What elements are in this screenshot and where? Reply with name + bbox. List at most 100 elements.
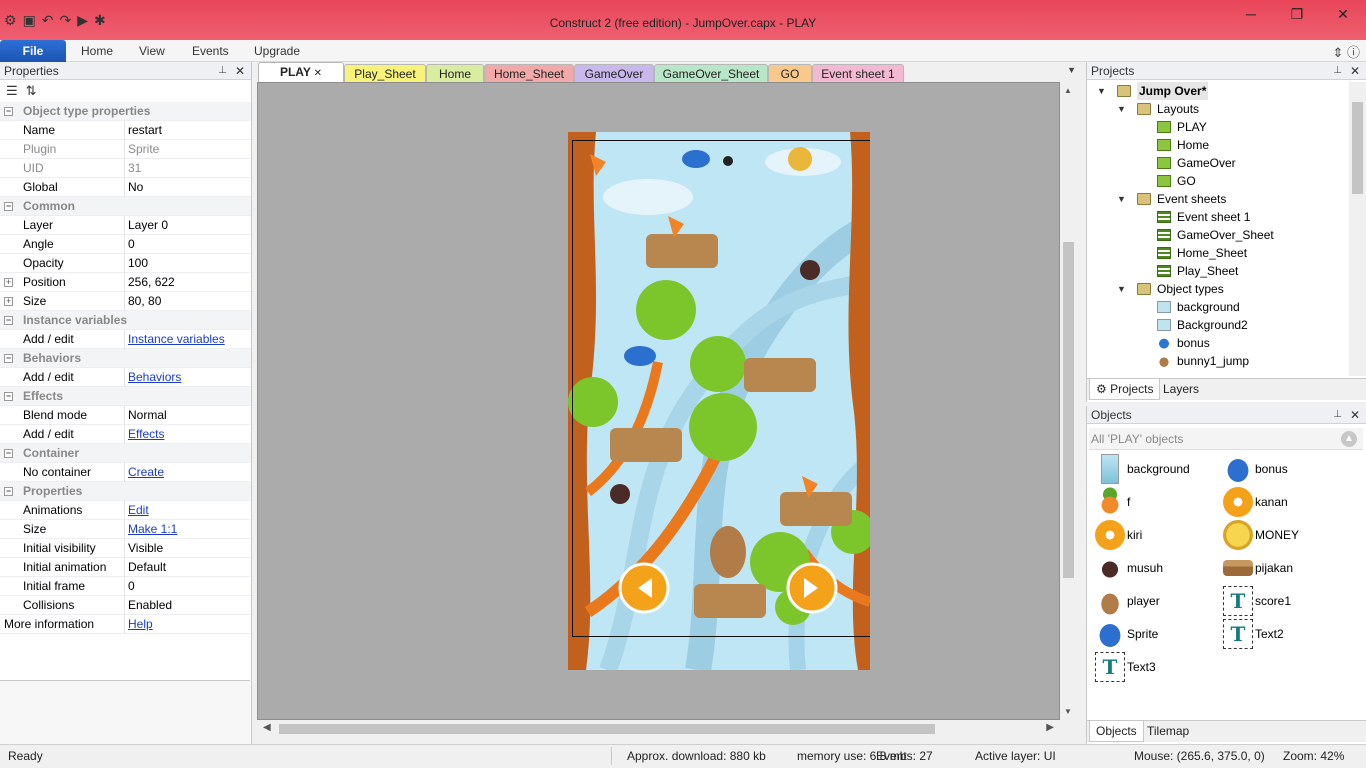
tree-item[interactable]: bonus xyxy=(1089,334,1349,352)
tree-expand-icon[interactable]: ▼ xyxy=(1117,190,1126,208)
pin-icon[interactable]: ⊥ xyxy=(218,62,227,80)
collapse-icon[interactable]: − xyxy=(4,202,13,211)
pin-icon[interactable]: ⊥ xyxy=(1333,406,1342,424)
property-link[interactable]: Help xyxy=(128,615,153,634)
sort-alpha-icon[interactable]: ⇅ xyxy=(26,83,37,99)
property-row[interactable]: More information Help xyxy=(0,615,251,634)
tree-item[interactable]: Home_Sheet xyxy=(1089,244,1349,262)
tree-item[interactable]: GO xyxy=(1089,172,1349,190)
property-category[interactable]: − Properties xyxy=(0,482,251,501)
layout-area[interactable] xyxy=(568,132,870,670)
property-value[interactable]: No xyxy=(128,178,143,197)
property-row[interactable]: Angle 0 xyxy=(0,235,251,254)
maximize-icon[interactable]: ❐ xyxy=(1274,6,1320,23)
property-row[interactable]: Size Make 1:1 xyxy=(0,520,251,539)
document-tab[interactable]: Home_Sheet xyxy=(484,64,574,82)
tree-item[interactable]: background xyxy=(1089,298,1349,316)
ribbon-tab-events[interactable]: Events xyxy=(192,40,229,62)
property-link[interactable]: Create xyxy=(128,463,164,482)
tab-projects[interactable]: ⚙ Projects xyxy=(1089,379,1161,400)
property-link[interactable]: Instance variables xyxy=(128,330,225,349)
collapse-icon[interactable]: − xyxy=(4,316,13,325)
property-category[interactable]: − Behaviors xyxy=(0,349,251,368)
property-link[interactable]: Make 1:1 xyxy=(128,520,177,539)
tab-layers[interactable]: Layers xyxy=(1157,379,1205,400)
property-row[interactable]: + Position 256, 622 xyxy=(0,273,251,292)
scroll-up-icon[interactable]: ▲ xyxy=(1064,86,1072,95)
document-tab[interactable]: Play_Sheet xyxy=(344,64,426,82)
property-category[interactable]: − Container xyxy=(0,444,251,463)
property-category[interactable]: − Common xyxy=(0,197,251,216)
property-value[interactable]: 0 xyxy=(128,235,135,254)
layout-horizontal-scrollbar[interactable]: ◀ ▶ xyxy=(257,720,1060,737)
property-row[interactable]: Layer Layer 0 xyxy=(0,216,251,235)
tree-scroll-thumb[interactable] xyxy=(1352,102,1363,194)
tree-item[interactable]: ▼ Object types xyxy=(1089,280,1349,298)
document-tab[interactable]: Event sheet 1 xyxy=(812,64,904,82)
tree-expand-icon[interactable]: ▼ xyxy=(1097,82,1106,100)
ribbon-tab-home[interactable]: Home xyxy=(81,40,113,62)
property-value[interactable]: restart xyxy=(128,121,162,140)
close-panel-icon[interactable]: ✕ xyxy=(235,62,245,80)
property-value[interactable]: 100 xyxy=(128,254,148,273)
property-row[interactable]: Collisions Enabled xyxy=(0,596,251,615)
property-row[interactable]: + Size 80, 80 xyxy=(0,292,251,311)
ribbon-tab-upgrade[interactable]: Upgrade xyxy=(254,40,300,62)
minimize-icon[interactable]: ─ xyxy=(1228,6,1274,23)
property-link[interactable]: Effects xyxy=(128,425,164,444)
property-value[interactable]: Sprite xyxy=(128,140,159,159)
tree-item[interactable]: Event sheet 1 xyxy=(1089,208,1349,226)
collapse-icon[interactable]: − xyxy=(4,449,13,458)
property-row[interactable]: UID 31 xyxy=(0,159,251,178)
property-row[interactable]: Add / edit Effects xyxy=(0,425,251,444)
close-panel-icon[interactable]: ✕ xyxy=(1350,406,1360,424)
help-icon[interactable]: ⓘ xyxy=(1347,45,1360,60)
document-tab[interactable]: PLAY ✕ xyxy=(258,62,344,82)
property-row[interactable]: Initial frame 0 xyxy=(0,577,251,596)
property-value[interactable]: 80, 80 xyxy=(128,292,161,311)
tree-expand-icon[interactable]: ▼ xyxy=(1117,280,1126,298)
scroll-down-icon[interactable]: ▼ xyxy=(1064,707,1072,716)
pin-icon[interactable]: ⊥ xyxy=(1333,62,1342,80)
document-tab[interactable]: GO xyxy=(768,64,812,82)
tab-list-dropdown-icon[interactable]: ▼ xyxy=(1067,65,1076,75)
layout-vertical-scrollbar[interactable]: ▲ ▼ xyxy=(1060,82,1077,720)
tree-expand-icon[interactable]: ▼ xyxy=(1117,100,1126,118)
property-row[interactable]: Add / edit Behaviors xyxy=(0,368,251,387)
property-value[interactable]: Layer 0 xyxy=(128,216,168,235)
property-value[interactable]: 31 xyxy=(128,159,141,178)
property-row[interactable]: Initial animation Default xyxy=(0,558,251,577)
tree-item[interactable]: GameOver_Sheet xyxy=(1089,226,1349,244)
layout-view[interactable] xyxy=(257,82,1060,720)
property-row[interactable]: Blend mode Normal xyxy=(0,406,251,425)
property-value[interactable]: Default xyxy=(128,558,166,577)
tree-item[interactable]: ▼ Layouts xyxy=(1089,100,1349,118)
tree-item[interactable]: Background2 xyxy=(1089,316,1349,334)
property-value[interactable]: Normal xyxy=(128,406,167,425)
property-row[interactable]: Initial visibility Visible xyxy=(0,539,251,558)
ribbon-tab-view[interactable]: View xyxy=(139,40,165,62)
expand-icon[interactable]: + xyxy=(4,297,13,306)
scroll-right-icon[interactable]: ▶ xyxy=(1046,722,1054,733)
ribbon-tab-file[interactable]: File xyxy=(0,40,66,62)
horizontal-scroll-thumb[interactable] xyxy=(279,724,935,734)
close-tab-icon[interactable]: ✕ xyxy=(311,68,322,79)
collapse-icon[interactable]: − xyxy=(4,392,13,401)
property-value[interactable]: Visible xyxy=(128,539,163,558)
scroll-left-icon[interactable]: ◀ xyxy=(263,722,271,733)
tab-objects[interactable]: Objects xyxy=(1089,721,1144,742)
property-value[interactable]: 256, 622 xyxy=(128,273,175,292)
collapse-icon[interactable]: − xyxy=(4,107,13,116)
tree-item[interactable]: PLAY xyxy=(1089,118,1349,136)
document-tab[interactable]: Home xyxy=(426,64,484,82)
close-icon[interactable]: ✕ xyxy=(1320,6,1366,23)
property-row[interactable]: Animations Edit xyxy=(0,501,251,520)
tree-item[interactable]: ▼ Event sheets xyxy=(1089,190,1349,208)
tab-tilemap[interactable]: Tilemap xyxy=(1141,721,1195,742)
property-row[interactable]: No container Create xyxy=(0,463,251,482)
property-row[interactable]: Global No xyxy=(0,178,251,197)
tree-item[interactable]: Home xyxy=(1089,136,1349,154)
document-tab[interactable]: GameOver xyxy=(574,64,654,82)
collapse-icon[interactable]: − xyxy=(4,354,13,363)
collapse-icon[interactable]: − xyxy=(4,487,13,496)
